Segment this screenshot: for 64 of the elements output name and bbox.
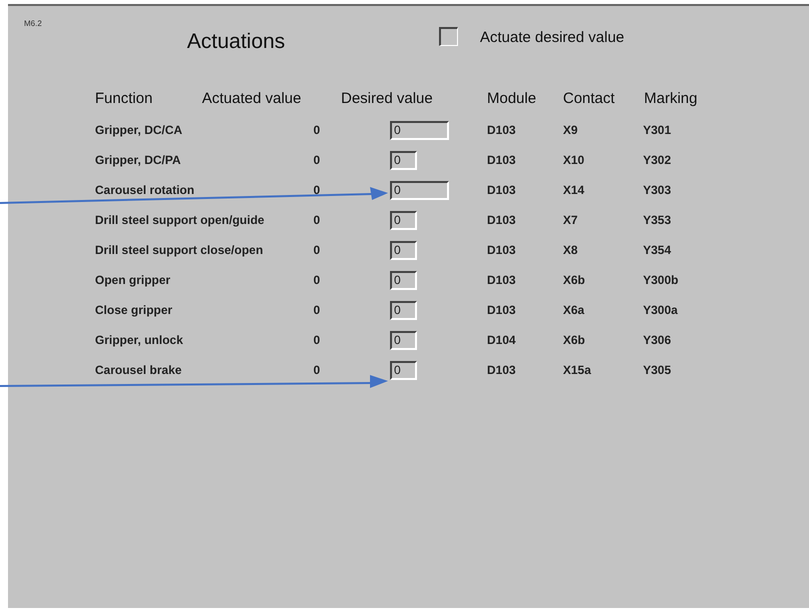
actuated-value: 0	[312, 152, 320, 169]
function-cell-text: Drill steel support close/open	[95, 242, 264, 259]
actuated-value: 0	[312, 272, 320, 289]
desired-value-field[interactable]: 0	[390, 330, 417, 350]
marking-cell-text: Y303	[643, 182, 672, 199]
actuated-value: 0	[312, 302, 320, 319]
function-cell-text: Carousel rotation	[95, 182, 196, 199]
marking-cell-text: Y300b	[643, 272, 678, 289]
marking-cell-text: Y354	[643, 242, 672, 259]
screen-id: M6.2	[24, 18, 43, 30]
module-cell-text: D103	[487, 122, 517, 139]
contact-cell-text: X6a	[563, 302, 586, 319]
contact-cell-text: X7	[563, 212, 579, 229]
function-cell-text: Carousel brake	[95, 362, 183, 379]
actuated-value: 0	[312, 332, 320, 349]
column-header: Contact	[563, 88, 616, 109]
module-cell-text: D103	[487, 362, 517, 379]
module-cell-text: D103	[487, 302, 517, 319]
function-cell-text: Open gripper	[95, 272, 172, 289]
desired-value-field[interactable]: 0	[390, 180, 449, 200]
desired-value-field[interactable]: 0	[390, 210, 417, 230]
marking-cell-text: Y302	[643, 152, 672, 169]
column-header: Actuated value	[202, 88, 302, 109]
desired-value-field[interactable]: 0	[390, 120, 449, 140]
marking-cell-text: Y306	[643, 332, 672, 349]
column-header: Marking	[644, 88, 698, 109]
module-cell-text: D104	[487, 332, 517, 349]
desired-value-field[interactable]: 0	[390, 360, 417, 380]
column-header: Module	[487, 88, 538, 109]
actuated-value: 0	[312, 212, 320, 229]
column-header: Desired value	[341, 88, 434, 109]
function-cell-text: Gripper, DC/CA	[95, 122, 184, 139]
column-header: Function	[95, 88, 154, 109]
contact-cell-text: X6b	[563, 272, 586, 289]
function-cell-text: Close gripper	[95, 302, 174, 319]
desired-value-field[interactable]: 0	[390, 150, 417, 170]
desired-value-field[interactable]: 0	[390, 270, 417, 290]
checkbox-label: Actuate desired value	[480, 28, 624, 48]
actuated-value: 0	[312, 122, 320, 139]
module-cell-text: D103	[487, 182, 517, 199]
marking-cell-text: Y300a	[643, 302, 678, 319]
function-cell-text: Gripper, DC/PA	[95, 152, 182, 169]
actuated-value: 0	[312, 182, 320, 199]
page-title: Actuations	[187, 29, 286, 55]
module-cell-text: D103	[487, 242, 517, 259]
contact-cell-text: X15a	[563, 362, 592, 379]
module-cell-text: D103	[487, 272, 517, 289]
contact-cell-text: X8	[563, 242, 579, 259]
desired-value-field[interactable]: 0	[390, 300, 417, 320]
module-cell-text: D103	[487, 212, 517, 229]
marking-cell-text: Y301	[643, 122, 672, 139]
marking-cell-text: Y353	[643, 212, 672, 229]
actuate-checkbox[interactable]	[439, 27, 458, 46]
function-cell-text: Drill steel support open/guide	[95, 212, 266, 229]
marking-cell-text: Y305	[643, 362, 672, 379]
desired-value-field[interactable]: 0	[390, 240, 417, 260]
contact-cell-text: X10	[563, 152, 586, 169]
contact-cell-text: X9	[563, 122, 579, 139]
contact-cell-text: X6b	[563, 332, 586, 349]
actuated-value: 0	[312, 242, 320, 259]
actuated-value: 0	[312, 362, 320, 379]
module-cell-text: D103	[487, 152, 517, 169]
contact-cell-text: X14	[563, 182, 586, 199]
function-cell-text: Gripper, unlock	[95, 332, 184, 349]
